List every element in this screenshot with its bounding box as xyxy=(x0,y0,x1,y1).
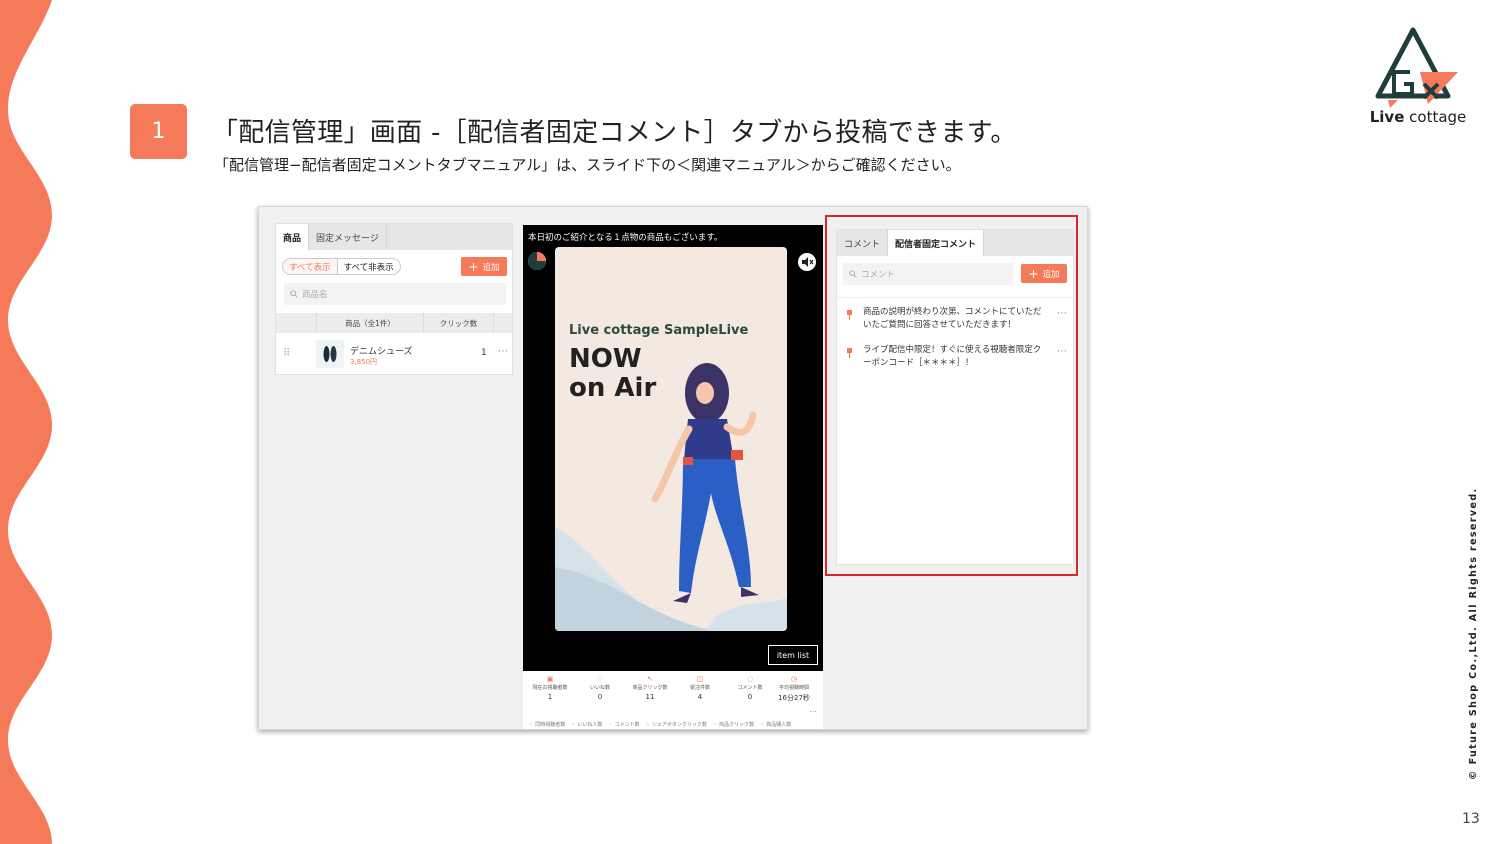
product-toolbar: すべて表示 すべて非表示 + 追加 xyxy=(276,250,512,280)
product-table-header: 商品（全1件） クリック数 xyxy=(276,313,512,333)
stream-poster: Live cottage SampleLive NOW on Air xyxy=(555,247,787,631)
logo-wordmark: Live cottage xyxy=(1362,108,1474,126)
slide-title: 「配信管理」画面 -［配信者固定コメント］タブから投稿できます。 xyxy=(212,118,1017,148)
heart-icon: ♡ xyxy=(596,675,604,683)
stat-label: 平均視聴時間 xyxy=(778,685,809,691)
item-list-button[interactable]: item list xyxy=(768,645,818,665)
more-icon[interactable]: ⋯ xyxy=(809,707,817,716)
stat-label: コメント数 xyxy=(737,685,763,691)
add-product-label: 追加 xyxy=(482,262,500,273)
logo-wordmark-bold: Live xyxy=(1369,108,1405,126)
stat-label: いいね数 xyxy=(589,685,610,691)
legend-item: ~ シェアボタンクリック数 xyxy=(645,721,707,729)
chart-legend: ~ 同時視聴者数 ~ いいね人数 ~ コメント数 ~ シェアボタンクリック数 ~ 商品クリ… xyxy=(529,721,821,729)
legend-line-icon: ~ xyxy=(712,722,718,728)
add-product-button[interactable]: + 追加 xyxy=(461,257,507,276)
slide-subtitle: 「配信管理−配信者固定コメントタブマニュアル」は、スライド下の＜関連マニュアル＞… xyxy=(214,156,961,174)
stat-value: 0 xyxy=(597,693,603,701)
bag-icon: ◫ xyxy=(696,675,704,683)
logo-wordmark-rest: cottage xyxy=(1404,108,1467,126)
tab-filler xyxy=(387,224,512,250)
stat-avg-watch-time: ◷ 平均視聴時間 16分27秒 xyxy=(769,675,819,703)
stat-value: 4 xyxy=(697,693,703,701)
store-avatar-icon xyxy=(528,252,546,270)
product-price: 3,850円 xyxy=(350,358,378,366)
stat-value: 0 xyxy=(747,693,753,701)
product-thumbnail xyxy=(316,340,344,368)
poster-subtitle: Live cottage SampleLive xyxy=(569,323,749,338)
drag-handle-icon[interactable]: ⠿ xyxy=(283,348,290,359)
stat-product-clicks: ↖ 商品クリック数 11 xyxy=(625,675,675,701)
product-search-placeholder: 商品名 xyxy=(302,290,328,300)
legend-label: 商品購入数 xyxy=(766,722,792,728)
legend-item: ~ 商品クリック数 xyxy=(712,721,755,729)
header-clicks: クリック数 xyxy=(424,313,494,333)
shoe-icon xyxy=(323,346,337,362)
clock-icon: ◷ xyxy=(790,675,798,683)
legend-line-icon: ~ xyxy=(645,722,650,728)
product-clicks: 1 xyxy=(481,348,487,358)
poster-headline-line1: NOW xyxy=(569,344,642,374)
cursor-icon: ↖ xyxy=(647,675,653,683)
search-icon xyxy=(290,290,298,298)
mute-icon[interactable] xyxy=(797,252,817,272)
stream-stats: ▣ 現在の視聴者数 1 ♡ いいね数 0 ↖ 商品クリック数 11 ◫ 受注件数… xyxy=(523,671,823,729)
legend-item: ~ コメント数 xyxy=(608,721,640,729)
more-icon[interactable]: ⋯ xyxy=(498,346,508,357)
legend-item: ~ 同時視聴者数 xyxy=(529,721,566,729)
visibility-toggle: すべて表示 すべて非表示 xyxy=(282,258,401,275)
poster-headline-line2: on Air xyxy=(569,373,657,403)
legend-line-icon: ~ xyxy=(608,722,613,728)
hide-all-button[interactable]: すべて非表示 xyxy=(338,259,400,274)
stat-label: 現在の視聴者数 xyxy=(532,685,568,691)
app-screenshot: 商品 固定メッセージ すべて表示 すべて非表示 + 追加 商品名 商品（全1件）… xyxy=(258,206,1088,730)
header-product: 商品（全1件） xyxy=(316,313,424,333)
decorative-wave xyxy=(0,0,52,844)
poster-illustration xyxy=(555,363,787,631)
legend-item: ~ いいね人数 xyxy=(571,721,603,729)
legend-label: コメント数 xyxy=(614,722,640,728)
stat-value: 16分27秒 xyxy=(778,694,810,702)
product-search-input[interactable]: 商品名 xyxy=(284,283,506,305)
live-player: 本日初のご紹介となる１点物の商品もございます。 Live cottage Sam… xyxy=(523,225,823,729)
tab-products[interactable]: 商品 xyxy=(276,224,310,250)
poster-headline: NOW on Air xyxy=(569,345,656,403)
legend-line-icon: ~ xyxy=(529,722,534,728)
stat-likes: ♡ いいね数 0 xyxy=(575,675,625,701)
legend-line-icon: ~ xyxy=(760,722,765,728)
stat-label: 受注件数 xyxy=(689,685,710,691)
product-panel-tabs: 商品 固定メッセージ xyxy=(276,224,512,250)
tab-fixed-message[interactable]: 固定メッセージ xyxy=(309,224,387,250)
legend-label: 商品クリック数 xyxy=(719,722,755,728)
legend-label: シェアボタンクリック数 xyxy=(651,722,707,728)
legend-label: いいね人数 xyxy=(577,722,603,728)
legend-item: ~ 商品購入数 xyxy=(760,721,792,729)
copyright-notice: © Future Shop Co.,Ltd. All Rights reserv… xyxy=(1468,487,1479,780)
legend-label: 同時視聴者数 xyxy=(535,722,566,728)
comment-icon: ◌ xyxy=(746,675,754,683)
viewers-icon: ▣ xyxy=(546,675,554,683)
stat-orders: ◫ 受注件数 4 xyxy=(675,675,725,701)
product-panel: 商品 固定メッセージ すべて表示 すべて非表示 + 追加 商品名 商品（全1件）… xyxy=(275,223,513,375)
stat-viewers: ▣ 現在の視聴者数 1 xyxy=(525,675,575,701)
product-name: デニムシューズ xyxy=(350,347,413,357)
show-all-button[interactable]: すべて表示 xyxy=(283,259,338,274)
stream-title: 本日初のご紹介となる１点物の商品もございます。 xyxy=(528,233,723,243)
stat-value: 11 xyxy=(645,693,655,701)
plus-icon: + xyxy=(468,259,479,274)
stat-label: 商品クリック数 xyxy=(632,685,668,691)
page-number: 13 xyxy=(1462,811,1480,827)
stat-comments: ◌ コメント数 0 xyxy=(725,675,775,701)
step-badge: 1 xyxy=(130,104,187,159)
stat-value: 1 xyxy=(547,693,553,701)
table-row[interactable]: ⠿ デニムシューズ 3,850円 1 ⋯ xyxy=(276,334,512,374)
legend-line-icon: ~ xyxy=(571,722,576,728)
highlight-box xyxy=(825,215,1078,576)
